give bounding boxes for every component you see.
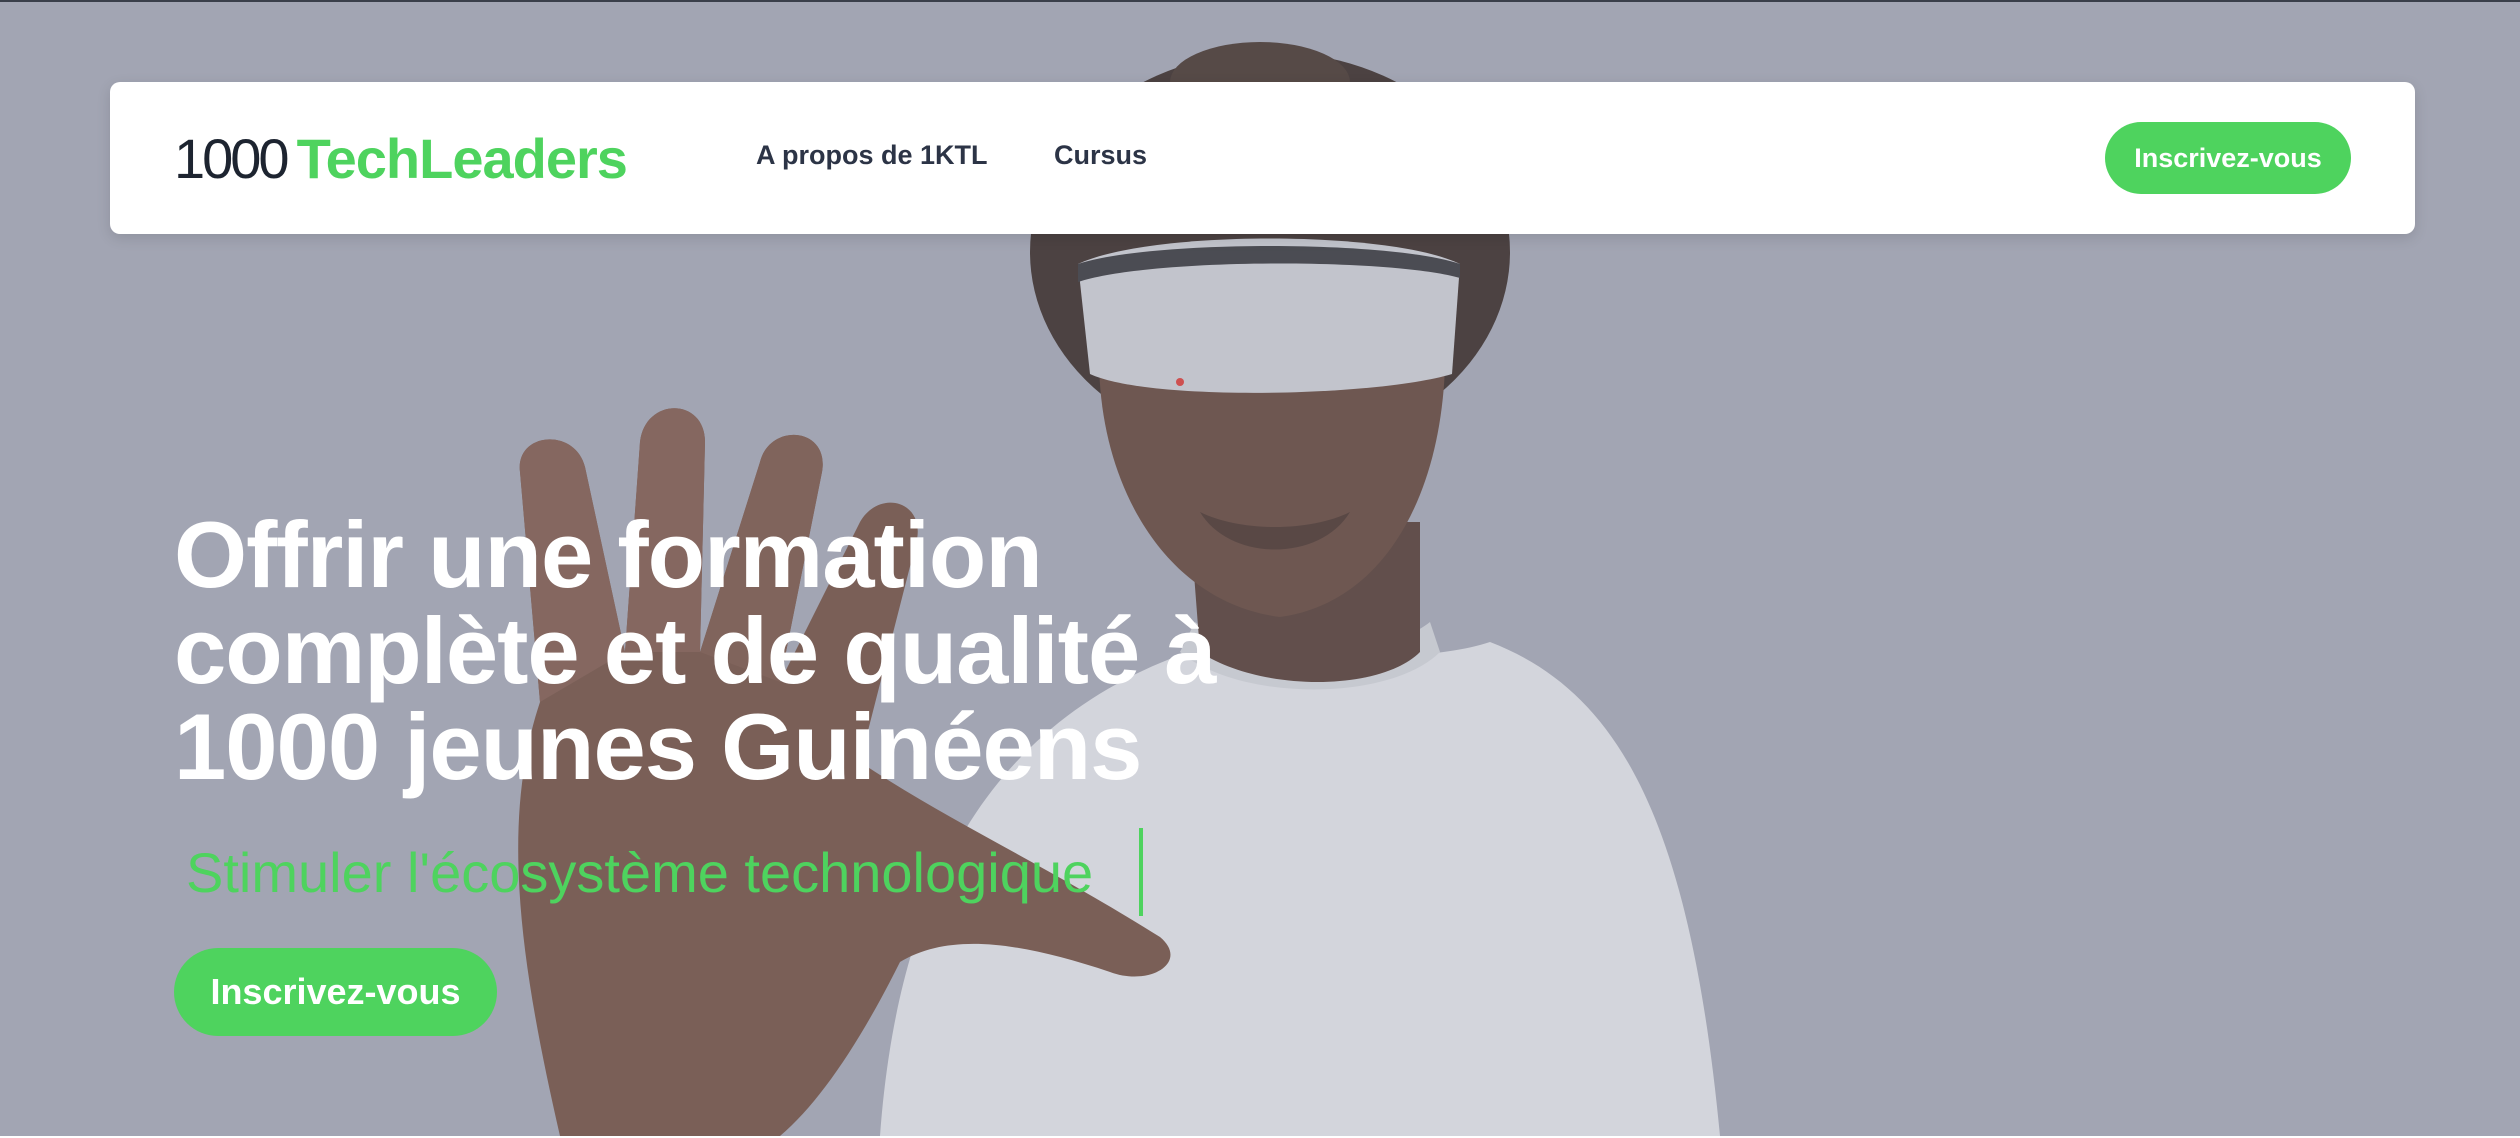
hero-tagline: Stimuler l'écosystème technologique: [186, 841, 1094, 904]
nav-link-about[interactable]: A propos de 1KTL: [756, 140, 988, 171]
brand-logo[interactable]: 1000 TechLeaders: [174, 126, 628, 190]
brand-logo-name: TechLeaders: [296, 127, 628, 190]
nav-signup-button[interactable]: Inscrivez-vous: [2105, 122, 2351, 194]
hero-signup-button[interactable]: Inscrivez-vous: [174, 948, 497, 1036]
typing-cursor: [1139, 828, 1143, 916]
nav-link-cursus[interactable]: Cursus: [1054, 140, 1147, 171]
hero-section: 1000 TechLeaders A propos de 1KTL Cursus…: [0, 2, 2520, 1136]
brand-logo-number: 1000: [174, 127, 290, 190]
navbar: 1000 TechLeaders A propos de 1KTL Cursus…: [110, 82, 2415, 234]
hero-headline: Offrir une formation complète et de qual…: [174, 502, 1217, 799]
